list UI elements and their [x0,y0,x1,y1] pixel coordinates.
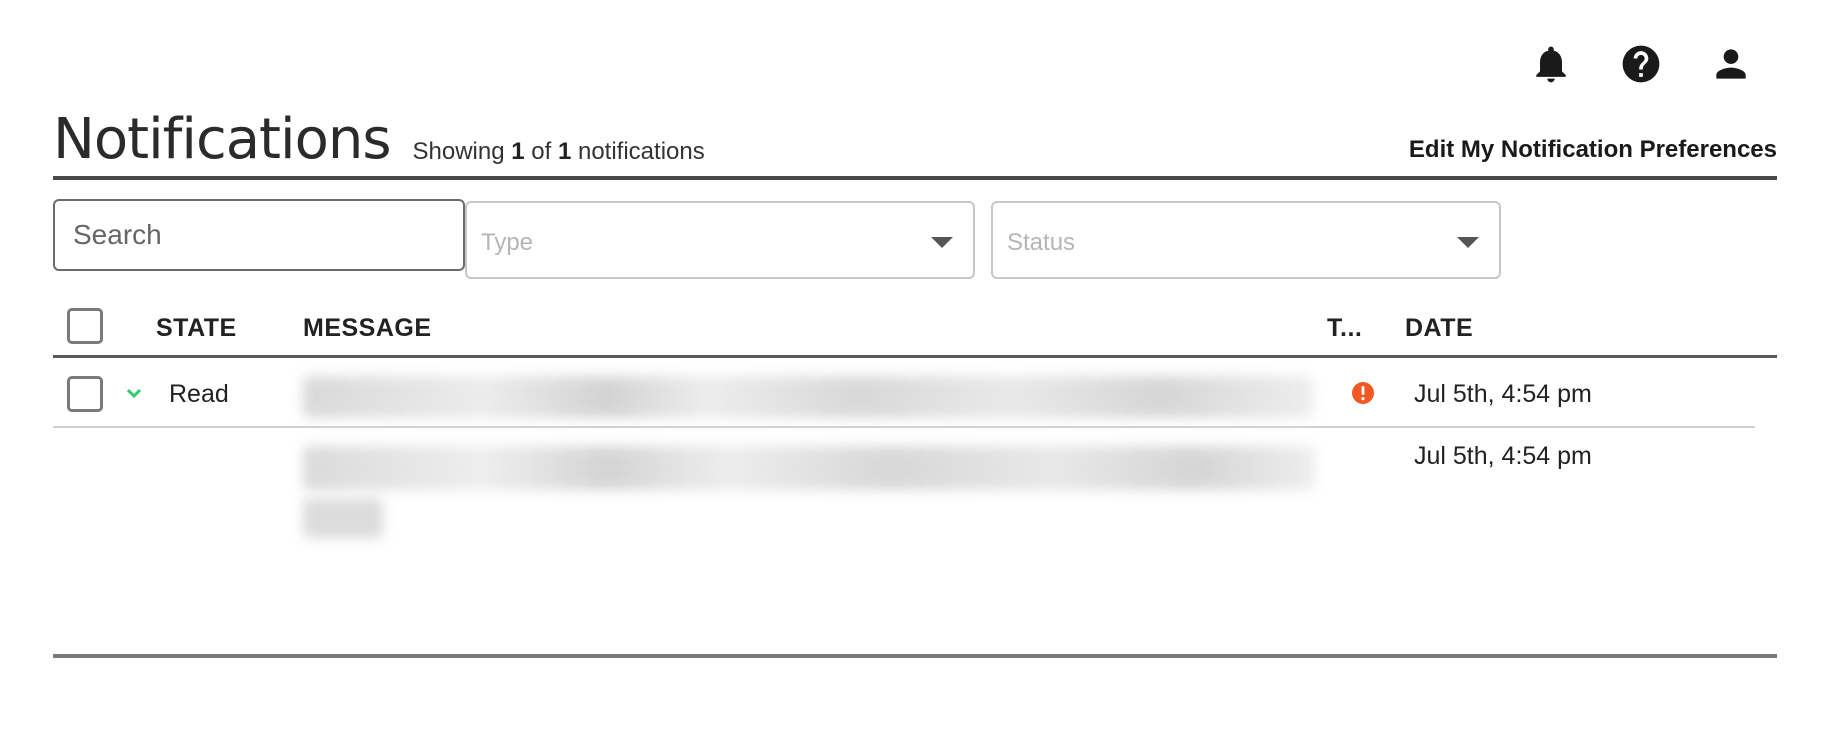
page-title: Notifications [53,107,391,172]
showing-prefix: Showing [412,138,505,165]
column-header-message[interactable]: MESSAGE [303,314,432,343]
column-header-type[interactable]: T... [1327,314,1362,343]
top-toolbar [1525,38,1757,90]
showing-total-value: 1 [557,138,572,165]
detail-message-redacted-line2 [303,498,383,538]
column-header-state[interactable]: STATE [156,314,237,343]
detail-date: Jul 5th, 4:54 pm [1414,442,1592,470]
table-header: STATE MESSAGE T... DATE [53,300,1777,358]
row-message-redacted [303,376,1313,418]
showing-count: Showing 1 of 1 notifications [413,138,705,176]
table-row[interactable]: Read Jul 5th, 4:54 pm [53,358,1755,428]
type-select-placeholder: Type [481,229,534,256]
row-checkbox[interactable] [67,376,103,412]
chevron-down-icon[interactable] [123,382,145,404]
status-select[interactable]: Status [991,201,1501,279]
help-icon[interactable] [1615,38,1667,90]
showing-of: of [531,138,552,165]
showing-count-value: 1 [511,138,525,165]
edit-preferences-link[interactable]: Edit My Notification Preferences [1409,136,1777,176]
alert-icon [1351,381,1375,405]
page-header: Notifications Showing 1 of 1 notificatio… [53,112,1777,180]
type-select[interactable]: Type [465,201,975,279]
filter-bar: Type Status [53,199,1501,279]
row-details: Jul 5th, 4:54 pm [53,428,1777,658]
select-all-checkbox[interactable] [67,308,103,344]
search-input[interactable] [53,199,465,271]
column-header-date[interactable]: DATE [1405,314,1473,343]
showing-suffix: notifications [577,138,705,165]
row-date: Jul 5th, 4:54 pm [1414,380,1592,408]
notifications-table: STATE MESSAGE T... DATE Read Jul 5th, 4:… [53,300,1777,658]
row-state: Read [169,380,229,408]
user-icon[interactable] [1705,38,1757,90]
caret-down-icon [931,237,953,248]
detail-message-redacted [303,446,1315,490]
bell-icon[interactable] [1525,38,1577,90]
caret-down-icon [1457,237,1479,248]
status-select-placeholder: Status [1007,229,1076,256]
